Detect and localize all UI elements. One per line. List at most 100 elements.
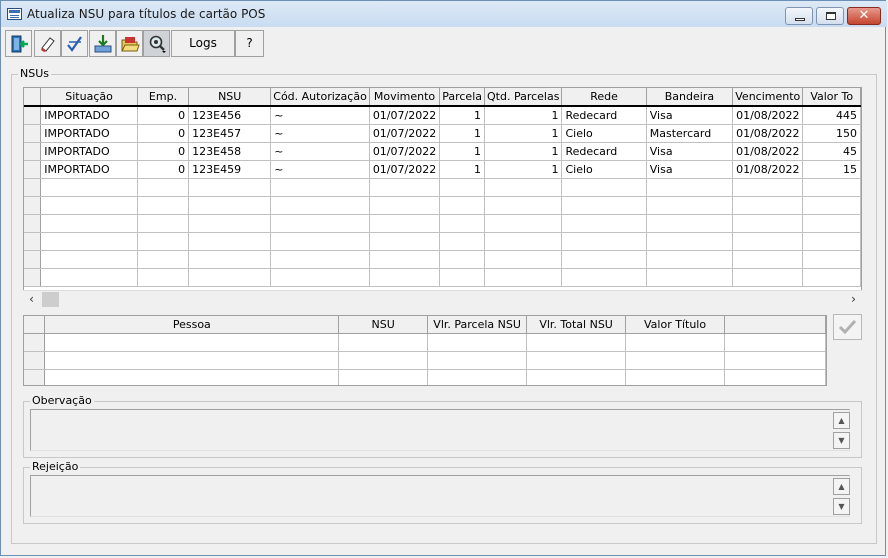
cell-bandeira[interactable]: Mastercard (646, 124, 734, 143)
cell-qtd[interactable]: 1 (484, 142, 563, 161)
cell-valor[interactable]: 445 (802, 105, 861, 125)
cell-cod[interactable]: ~ (270, 160, 370, 179)
empty-cell[interactable] (338, 351, 429, 370)
empty-cell[interactable] (561, 214, 647, 233)
empty-cell[interactable] (338, 333, 429, 352)
cell-rede[interactable]: Cielo (561, 124, 647, 143)
cell-situacao[interactable]: IMPORTADO (40, 105, 138, 125)
cell-movimento[interactable]: 01/07/2022 (369, 160, 441, 179)
empty-cell[interactable] (137, 178, 190, 197)
empty-table-row[interactable] (24, 250, 861, 269)
help-button[interactable]: ? (235, 30, 264, 57)
empty-cell[interactable] (561, 250, 647, 269)
cell-valor[interactable]: 45 (802, 142, 861, 161)
empty-cell[interactable] (732, 232, 804, 251)
cell-vencimento[interactable]: 01/08/2022 (732, 105, 804, 125)
cell-valor[interactable]: 150 (802, 124, 861, 143)
cell-qtd[interactable]: 1 (484, 160, 563, 179)
scroll-right-icon[interactable]: › (845, 291, 862, 308)
open-folder-button[interactable] (116, 30, 143, 57)
empty-cell[interactable] (561, 178, 647, 197)
cell-parcela[interactable]: 1 (439, 124, 485, 143)
cell-nsu[interactable]: 123E456 (188, 105, 272, 125)
empty-cell[interactable] (188, 214, 272, 233)
title-bar[interactable]: Atualiza NSU para títulos de cartão POS … (1, 1, 887, 27)
cell-situacao[interactable]: IMPORTADO (40, 142, 138, 161)
empty-cell[interactable] (646, 250, 734, 269)
empty-cell[interactable] (44, 333, 340, 352)
empty-cell[interactable] (732, 214, 804, 233)
empty-cell[interactable] (188, 250, 272, 269)
header-vlr-total-nsu[interactable]: Vlr. Total NSU (526, 316, 627, 334)
observacao-scrollbar[interactable]: ▲ ▼ (833, 412, 850, 449)
cell-movimento[interactable]: 01/07/2022 (369, 124, 441, 143)
nsus-horizontal-scrollbar[interactable]: ‹ › (23, 290, 862, 308)
empty-cell[interactable] (369, 232, 441, 251)
empty-cell[interactable] (44, 369, 340, 385)
cell-qtd[interactable]: 1 (484, 124, 563, 143)
empty-table-row[interactable] (24, 369, 826, 385)
empty-cell[interactable] (439, 214, 485, 233)
row-indicator[interactable] (24, 268, 42, 287)
empty-cell[interactable] (270, 232, 370, 251)
scroll-down-icon[interactable]: ▼ (833, 432, 850, 449)
empty-cell[interactable] (369, 196, 441, 215)
empty-cell[interactable] (137, 214, 190, 233)
cell-situacao[interactable]: IMPORTADO (40, 124, 138, 143)
empty-cell[interactable] (484, 178, 563, 197)
empty-cell[interactable] (188, 268, 272, 287)
empty-cell[interactable] (526, 333, 627, 352)
empty-cell[interactable] (188, 196, 272, 215)
empty-cell[interactable] (484, 250, 563, 269)
empty-cell[interactable] (484, 232, 563, 251)
empty-cell[interactable] (732, 250, 804, 269)
cell-rede[interactable]: Redecard (561, 105, 647, 125)
cell-vencimento[interactable]: 01/08/2022 (732, 142, 804, 161)
cell-qtd[interactable]: 1 (484, 105, 563, 125)
row-indicator[interactable] (24, 142, 42, 161)
empty-cell[interactable] (646, 268, 734, 287)
import-button[interactable] (89, 30, 116, 57)
rejeicao-scrollbar[interactable]: ▲ ▼ (833, 478, 850, 515)
cell-movimento[interactable]: 01/07/2022 (369, 105, 441, 125)
empty-cell[interactable] (561, 232, 647, 251)
close-button[interactable]: ✕ (847, 7, 881, 25)
empty-cell[interactable] (802, 214, 861, 233)
header-emp[interactable]: Emp. (137, 88, 190, 107)
cell-nsu[interactable]: 123E458 (188, 142, 272, 161)
cell-nsu[interactable]: 123E457 (188, 124, 272, 143)
row-indicator[interactable] (24, 105, 42, 125)
empty-cell[interactable] (802, 178, 861, 197)
empty-cell[interactable] (439, 232, 485, 251)
cell-parcela[interactable]: 1 (439, 142, 485, 161)
empty-cell[interactable] (137, 268, 190, 287)
cell-emp[interactable]: 0 (137, 124, 190, 143)
scroll-up-icon[interactable]: ▲ (833, 478, 850, 495)
empty-table-row[interactable] (24, 351, 826, 370)
search-tool-button[interactable] (143, 30, 170, 57)
empty-cell[interactable] (732, 196, 804, 215)
empty-cell[interactable] (802, 232, 861, 251)
empty-cell[interactable] (427, 369, 528, 385)
check-edit-button[interactable] (61, 30, 88, 57)
table-row[interactable]: IMPORTADO 0 123E456 ~01/07/2022 1 1 Redecard Vi… (24, 105, 861, 125)
observacao-field[interactable]: ▲ ▼ (30, 409, 850, 451)
empty-cell[interactable] (40, 232, 138, 251)
scroll-up-icon[interactable]: ▲ (833, 412, 850, 429)
empty-cell[interactable] (439, 250, 485, 269)
empty-cell[interactable] (270, 250, 370, 269)
empty-cell[interactable] (802, 196, 861, 215)
cell-parcela[interactable]: 1 (439, 105, 485, 125)
row-indicator[interactable] (24, 196, 42, 215)
empty-cell[interactable] (188, 232, 272, 251)
empty-cell[interactable] (439, 268, 485, 287)
header-rede[interactable]: Rede (561, 88, 647, 107)
cell-emp[interactable]: 0 (137, 105, 190, 125)
header-movimento[interactable]: Movimento (369, 88, 441, 107)
table-row[interactable]: IMPORTADO 0 123E457 ~01/07/2022 1 1 Cielo Maste… (24, 124, 861, 143)
header-pessoa[interactable]: Pessoa (44, 316, 340, 334)
empty-cell[interactable] (427, 333, 528, 352)
empty-cell[interactable] (270, 214, 370, 233)
empty-cell[interactable] (724, 369, 826, 385)
empty-cell[interactable] (369, 214, 441, 233)
